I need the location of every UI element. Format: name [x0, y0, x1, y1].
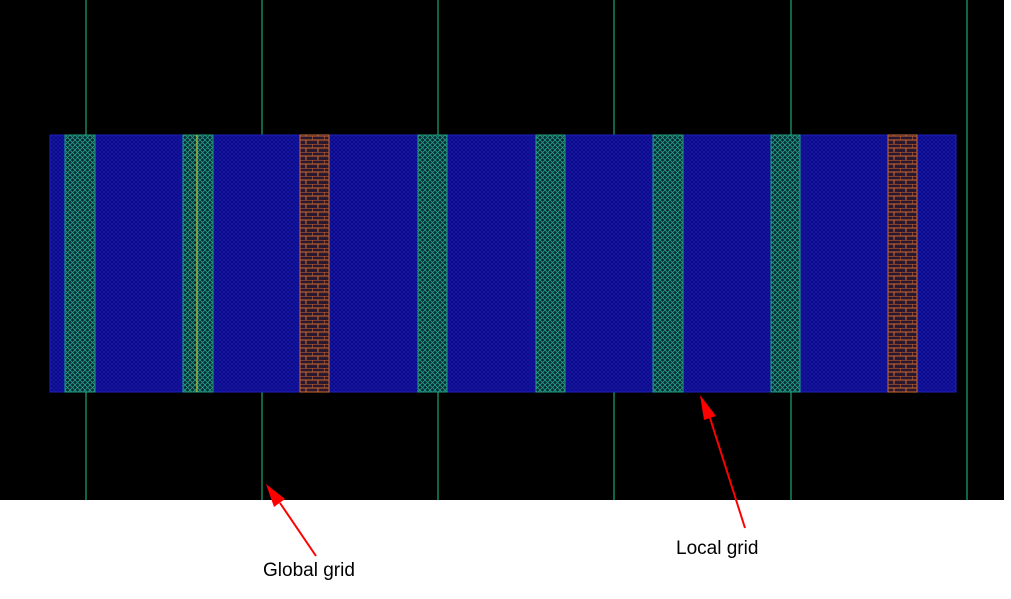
- global-grid-arrow-shaft: [279, 502, 317, 557]
- local-stripe-green: [64, 134, 96, 393]
- local-grid-label: Local grid: [676, 538, 759, 559]
- local-stripe-orange: [299, 134, 330, 393]
- global-grid-label: Global grid: [263, 560, 355, 581]
- local-stripe-green: [770, 134, 801, 393]
- local-stripe-green: [535, 134, 566, 393]
- local-stripe-orange: [887, 134, 918, 393]
- local-stripe-green: [182, 134, 214, 393]
- local-stripe-green: [652, 134, 684, 393]
- local-stripe-green: [417, 134, 448, 393]
- layout-diagram: [0, 0, 1004, 557]
